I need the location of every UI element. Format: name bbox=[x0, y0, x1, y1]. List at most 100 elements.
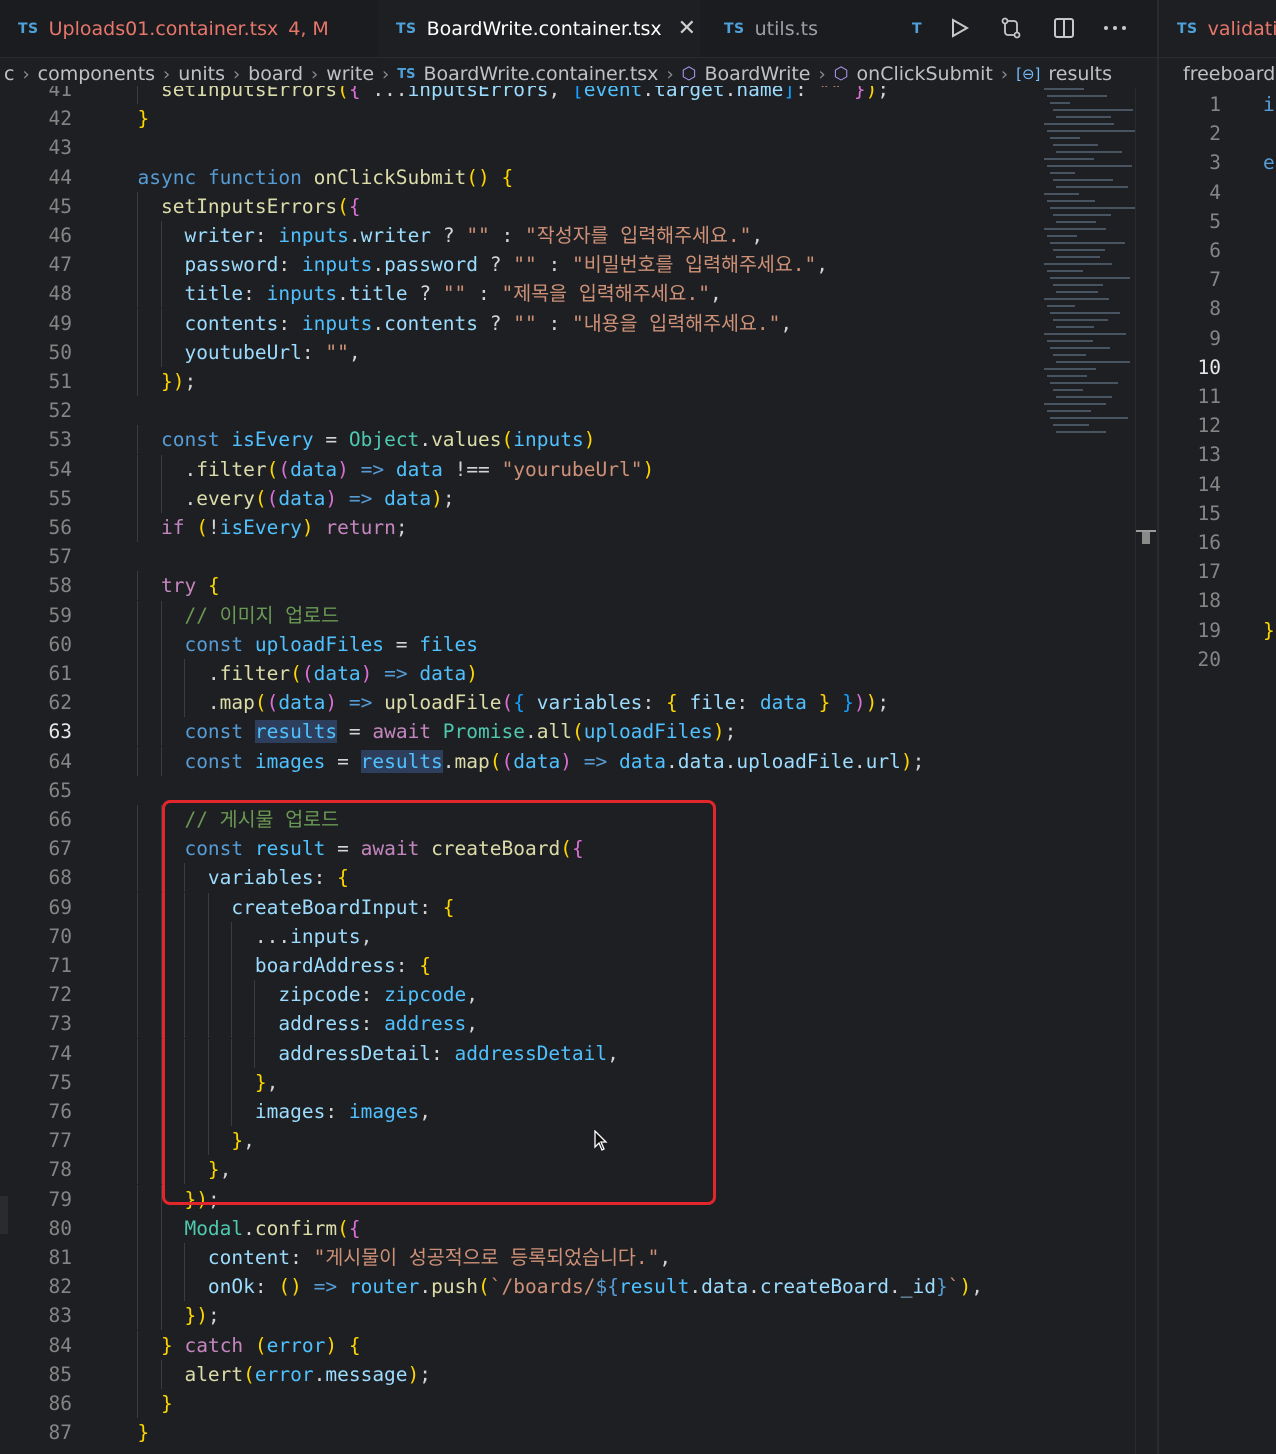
line-number: 41 bbox=[48, 86, 72, 101]
code-line[interactable]: 85 alert(error.message); bbox=[0, 1359, 1040, 1389]
code-line[interactable]: 50 youtubeUrl: "", bbox=[0, 337, 1040, 367]
line-number: 71 bbox=[48, 954, 72, 977]
code-line[interactable]: 62 .map((data) => uploadFile({ variables… bbox=[0, 688, 1040, 718]
line-source: onOk: () => router.push(`/boards/${resul… bbox=[207, 1275, 983, 1299]
chevron-right-icon: › bbox=[163, 63, 171, 85]
minimap[interactable] bbox=[1040, 88, 1140, 438]
breadcrumb-item[interactable]: results bbox=[1048, 63, 1112, 85]
indent-guide bbox=[160, 1301, 162, 1331]
line-source: writer: inputs.writer ? "" : "작성자를 입력해주세… bbox=[184, 224, 764, 247]
code-line[interactable]: 48 title: inputs.title ? "" : "제목을 입력해주세… bbox=[0, 279, 1040, 309]
highlight-annotation-box bbox=[162, 800, 716, 1205]
tab-label: validati bbox=[1207, 17, 1276, 40]
tab-validation[interactable]: TS validati bbox=[1159, 0, 1276, 57]
code-line[interactable]: 83 }); bbox=[0, 1301, 1040, 1331]
breadcrumb-item[interactable]: freeboard bbox=[1183, 63, 1275, 85]
minimap-line bbox=[1050, 102, 1070, 104]
code-line[interactable]: 84 } catch (error) { bbox=[0, 1330, 1040, 1360]
right-code-editor[interactable]: 1 2 3 4 5 6 7 8 9 10 11 12 13 14 15 16 17 18 19 20 i e} bbox=[1159, 90, 1276, 690]
source-control-compare-icon[interactable] bbox=[996, 13, 1026, 43]
minimap-line bbox=[1044, 368, 1096, 370]
code-line[interactable]: 80 Modal.confirm({ bbox=[0, 1213, 1040, 1243]
code-line[interactable]: 87 } bbox=[0, 1418, 1040, 1447]
code-line[interactable]: 55 .every((data) => data); bbox=[0, 483, 1040, 513]
breadcrumb-item[interactable]: c bbox=[4, 63, 14, 85]
breadcrumb-item[interactable]: board bbox=[248, 63, 303, 85]
code-line[interactable]: 41 setInputsErrors({ ...inputsErrors, [e… bbox=[0, 86, 1040, 104]
line-source: contents: inputs.contents ? "" : "내용을 입력… bbox=[184, 311, 793, 335]
breadcrumb-item[interactable]: onClickSubmit bbox=[857, 63, 993, 85]
code-line[interactable]: 58 try { bbox=[0, 571, 1040, 601]
code-line[interactable]: 42 } bbox=[0, 104, 1040, 133]
code-line[interactable]: 61 .filter((data) => data) bbox=[0, 659, 1040, 688]
chevron-right-icon: › bbox=[1000, 63, 1009, 85]
line-source: const images = results.map((data) => dat… bbox=[184, 749, 925, 773]
breadcrumb-item[interactable]: write bbox=[326, 63, 374, 85]
chevron-right-icon: › bbox=[382, 63, 390, 85]
line-number: 19 bbox=[1197, 618, 1221, 642]
line-source: } catch (error) { bbox=[160, 1333, 361, 1357]
line-number: 80 bbox=[48, 1216, 72, 1240]
code-line[interactable]: 53 const isEvery = Object.values(inputs) bbox=[0, 425, 1040, 455]
line-source: setInputsErrors({ bbox=[160, 194, 361, 218]
line-number: 57 bbox=[48, 545, 72, 569]
code-editor[interactable]: 41 setInputsErrors({ ...inputsErrors, [e… bbox=[0, 86, 1040, 1454]
breadcrumb-item[interactable]: units bbox=[178, 63, 225, 85]
line-number: 58 bbox=[48, 574, 72, 598]
indent-guide bbox=[160, 308, 162, 338]
code-line[interactable]: 56 if (!isEvery) return; bbox=[0, 513, 1040, 542]
breadcrumb-item[interactable]: BoardWrite.container.tsx bbox=[423, 63, 658, 85]
code-line[interactable]: 47 password: inputs.password ? "" : "비밀번… bbox=[0, 250, 1040, 280]
code-line[interactable]: 51 }); bbox=[0, 367, 1040, 396]
line-number: 52 bbox=[48, 399, 72, 423]
code-line[interactable]: 63 const results = await Promise.all(upl… bbox=[0, 717, 1040, 747]
code-line[interactable]: 82 onOk: () => router.push(`/boards/${re… bbox=[0, 1272, 1040, 1302]
scrollbar-thumb[interactable] bbox=[1142, 532, 1150, 544]
code-line[interactable]: 45 setInputsErrors({ bbox=[0, 191, 1040, 221]
indent-guide bbox=[160, 1243, 162, 1272]
code-line[interactable]: 60 const uploadFiles = files bbox=[0, 629, 1040, 659]
vertical-scrollbar[interactable] bbox=[1135, 88, 1157, 1454]
code-line[interactable]: 52 bbox=[0, 396, 1040, 425]
tab-uploads01[interactable]: TS Uploads01.container.tsx 4, M bbox=[0, 0, 374, 57]
typescript-file-icon: TS bbox=[1177, 20, 1198, 37]
code-line[interactable]: 86 } bbox=[0, 1389, 1040, 1418]
split-editor-icon[interactable] bbox=[1049, 13, 1079, 43]
indent-guide bbox=[137, 513, 139, 542]
more-actions-icon[interactable] bbox=[1100, 13, 1130, 43]
code-line[interactable]: 57 bbox=[0, 542, 1040, 571]
tab-utils[interactable]: TS utils.ts bbox=[706, 0, 902, 57]
code-line[interactable]: 49 contents: inputs.contents ? "" : "내용을… bbox=[0, 308, 1040, 338]
line-number: 64 bbox=[48, 749, 72, 773]
close-icon[interactable]: ✕ bbox=[678, 16, 696, 41]
code-line[interactable]: 81 content: "게시물이 성공적으로 등록되었습니다.", bbox=[0, 1243, 1040, 1272]
line-source: // 이미지 업로드 bbox=[184, 603, 340, 627]
tab-label: BoardWrite.container.tsx bbox=[426, 17, 662, 40]
run-icon[interactable] bbox=[944, 13, 974, 43]
indent-guide bbox=[137, 805, 139, 834]
minimap-line bbox=[1056, 221, 1096, 223]
typescript-file-icon: TS bbox=[724, 20, 745, 37]
line-number: 63 bbox=[48, 720, 72, 744]
code-line[interactable]: 46 writer: inputs.writer ? "" : "작성자를 입력… bbox=[0, 221, 1040, 250]
minimap-line bbox=[1050, 137, 1080, 139]
indent-guide bbox=[137, 571, 139, 601]
tab-boardwrite-container[interactable]: TS BoardWrite.container.tsx ✕ bbox=[378, 0, 700, 57]
code-line[interactable]: 64 const images = results.map((data) => … bbox=[0, 746, 1040, 776]
code-line[interactable]: 43 bbox=[0, 133, 1040, 162]
tab-overflow[interactable]: T bbox=[904, 0, 940, 57]
breadcrumb-item[interactable]: components bbox=[38, 63, 155, 85]
minimap-line bbox=[1056, 151, 1122, 153]
indent-guide bbox=[137, 1009, 139, 1039]
minimap-line bbox=[1047, 200, 1095, 202]
code-line[interactable]: 44 async function onClickSubmit() { bbox=[0, 163, 1040, 192]
line-number: 16 bbox=[1197, 531, 1221, 554]
code-line[interactable]: 54 .filter((data) => data !== "yourubeUr… bbox=[0, 454, 1040, 484]
indent-guide bbox=[137, 221, 139, 250]
line-number: 5 bbox=[1209, 209, 1221, 233]
indent-guide bbox=[160, 1359, 162, 1389]
indent-guide bbox=[137, 425, 139, 455]
code-line[interactable]: 59 // 이미지 업로드 bbox=[0, 600, 1040, 630]
minimap-line bbox=[1053, 319, 1108, 321]
breadcrumb-item[interactable]: BoardWrite bbox=[704, 63, 810, 85]
